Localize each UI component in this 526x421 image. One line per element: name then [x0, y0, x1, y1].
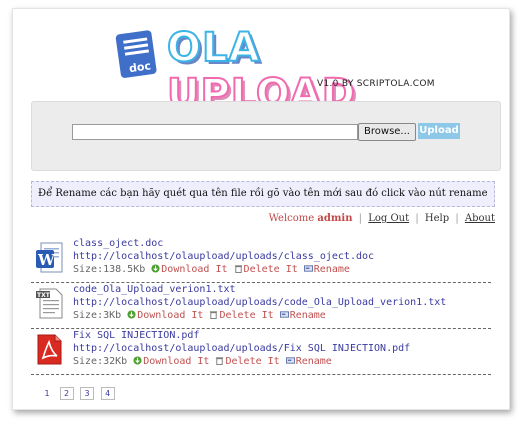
- file-info: class_oject.doc http://localhost/olauplo…: [73, 238, 374, 276]
- file-name-link[interactable]: code_Ola_Upload_verion1.txt: [73, 284, 446, 296]
- delete-button[interactable]: Delete It: [215, 355, 280, 368]
- file-row: W class_oject.doc http://localhost/olaup…: [31, 237, 491, 283]
- rename-instructions: Để Rename các bạn hãy quét qua tên file …: [31, 181, 495, 207]
- rename-icon: [285, 357, 295, 364]
- delete-label: Delete It: [243, 264, 298, 275]
- rename-label: Rename: [289, 310, 326, 321]
- file-row: TXT code_Ola_Upload_verion1.txt http://l…: [31, 283, 491, 329]
- txt-file-icon: TXT: [36, 288, 63, 319]
- about-link[interactable]: About: [465, 213, 495, 224]
- page-link[interactable]: 3: [80, 387, 95, 400]
- rename-button[interactable]: Rename: [303, 263, 350, 276]
- file-size: Size:138.5Kb: [73, 264, 146, 275]
- trash-icon: [216, 357, 224, 365]
- file-list: W class_oject.doc http://localhost/olaup…: [31, 237, 491, 375]
- file-url-link[interactable]: http://localhost/olaupload/uploads/code_…: [73, 296, 446, 309]
- delete-label: Delete It: [225, 356, 280, 367]
- download-label: Download It: [161, 264, 228, 275]
- upload-panel: Browse... Upload: [31, 101, 501, 171]
- separator: |: [358, 213, 363, 224]
- trash-icon: [234, 265, 242, 273]
- pagination: 1 2 3 4: [41, 387, 119, 400]
- delete-button[interactable]: Delete It: [234, 263, 298, 276]
- download-label: Download It: [137, 310, 204, 321]
- file-url-link[interactable]: http://localhost/olaupload/uploads/Fix S…: [73, 342, 410, 355]
- download-button[interactable]: Download It: [151, 263, 228, 276]
- file-info: code_Ola_Upload_verion1.txt http://local…: [73, 284, 446, 322]
- rename-button[interactable]: Rename: [285, 355, 332, 368]
- rename-label: Rename: [313, 264, 350, 275]
- rename-button[interactable]: Rename: [279, 309, 326, 322]
- logo: doc OLA UPLOAD V1.0 BY SCRIPTOLA.COM: [109, 23, 439, 118]
- download-label: Download It: [143, 356, 210, 367]
- page-frame: doc OLA UPLOAD V1.0 BY SCRIPTOLA.COM Bro…: [12, 8, 510, 410]
- browse-button[interactable]: Browse...: [358, 123, 416, 141]
- svg-text:W: W: [37, 251, 56, 269]
- upload-button[interactable]: Upload: [418, 123, 460, 139]
- file-row: Fix SQL INJECTION.pdf http://localhost/o…: [31, 329, 491, 375]
- rename-icon: [279, 311, 289, 318]
- download-icon: [133, 356, 142, 365]
- download-icon: [127, 310, 136, 319]
- doc-logo-icon: doc: [115, 28, 159, 79]
- file-size: Size:3Kb: [73, 310, 122, 321]
- file-meta: Size:138.5Kb Download It Delete It Renam…: [73, 263, 374, 276]
- file-info: Fix SQL INJECTION.pdf http://localhost/o…: [73, 330, 410, 368]
- logout-link[interactable]: Log Out: [368, 213, 409, 224]
- separator: |: [415, 213, 419, 224]
- file-meta: Size:3Kb Download It Delete It Rename: [73, 309, 446, 322]
- file-meta: Size:32Kb Download It Delete It Rename: [73, 355, 410, 368]
- logo-tagline: V1.0 BY SCRIPTOLA.COM: [317, 79, 435, 89]
- delete-label: Delete It: [219, 310, 274, 321]
- pdf-file-icon: [37, 334, 62, 365]
- page-link[interactable]: 2: [59, 387, 74, 400]
- download-icon: [151, 264, 160, 273]
- trash-icon: [210, 311, 218, 319]
- file-name-link[interactable]: Fix SQL INJECTION.pdf: [73, 330, 410, 342]
- username: admin: [317, 213, 353, 224]
- file-url-link[interactable]: http://localhost/olaupload/uploads/class…: [73, 250, 374, 263]
- rename-icon: [303, 265, 313, 272]
- separator: |: [455, 213, 459, 224]
- file-size: Size:32Kb: [73, 356, 128, 367]
- download-button[interactable]: Download It: [133, 355, 209, 368]
- user-bar: Welcome admin | Log Out | Help | About: [269, 213, 495, 224]
- logo-word-ola: OLA: [166, 24, 261, 72]
- download-button[interactable]: Download It: [127, 309, 203, 322]
- welcome-label: Welcome: [268, 213, 315, 224]
- word-doc-icon: W: [36, 242, 63, 273]
- help-link[interactable]: Help: [425, 213, 449, 224]
- page-link-current[interactable]: 1: [41, 388, 53, 399]
- delete-button[interactable]: Delete It: [209, 309, 274, 322]
- file-path-input[interactable]: [72, 124, 358, 140]
- svg-text:TXT: TXT: [37, 292, 51, 299]
- file-name-link[interactable]: class_oject.doc: [73, 238, 374, 250]
- page-link[interactable]: 4: [100, 387, 115, 400]
- rename-label: Rename: [295, 356, 332, 367]
